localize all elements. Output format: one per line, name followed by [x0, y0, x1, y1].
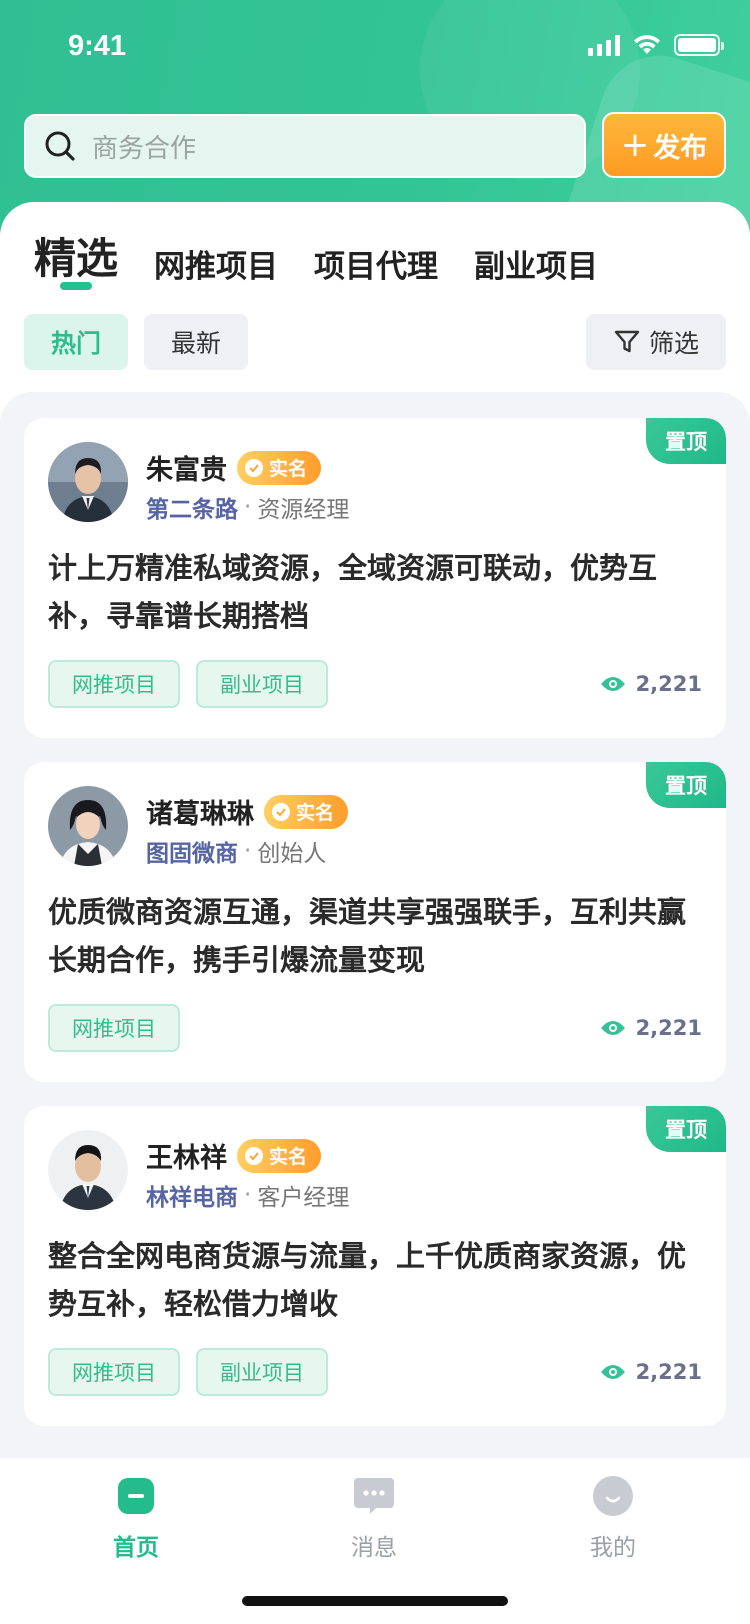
separator-dot: · — [244, 838, 252, 864]
view-count: 2,221 — [600, 1360, 702, 1384]
category-tag[interactable]: 副业项目 — [196, 1348, 328, 1396]
tabbar-label-messages: 消息 — [351, 1535, 397, 1561]
search-placeholder: 商务合作 — [92, 133, 197, 164]
verified-badge: 实名 — [264, 794, 349, 829]
author-row: 诸葛琳琳 实名 — [146, 792, 349, 831]
eye-icon — [600, 1021, 625, 1035]
post-card[interactable]: 置顶 王林祥 实名 林祥电商 · 客户经理 整合全网电商货源与流量，上千优质商家… — [24, 1106, 726, 1426]
sort-latest-chip[interactable]: 最新 — [144, 314, 248, 370]
sort-hot-chip[interactable]: 热门 — [24, 314, 128, 370]
company-name: 林祥电商 — [146, 1185, 238, 1211]
battery-icon — [674, 34, 724, 56]
tab-project-agency[interactable]: 项目代理 — [314, 241, 438, 294]
category-tag[interactable]: 网推项目 — [48, 1348, 180, 1396]
status-icons — [588, 34, 724, 56]
publish-label: 发布 — [653, 132, 708, 164]
home-indicator — [242, 1596, 508, 1606]
filter-label: 筛选 — [648, 329, 699, 358]
category-tag[interactable]: 副业项目 — [196, 660, 328, 708]
job-role: 资源经理 — [257, 497, 350, 523]
pinned-badge: 置顶 — [646, 418, 726, 464]
post-description: 计上万精准私域资源，全域资源可联动，优势互补，寻靠谱长期搭档 — [48, 551, 658, 633]
search-input[interactable]: 商务合作 — [24, 114, 586, 178]
verified-icon — [272, 802, 290, 821]
status-time: 9:41 — [68, 30, 127, 62]
post-card[interactable]: 置顶 朱富贵 实名 第二条路 · 资源经理 计上万精准私域资源，全域资源可联动，… — [24, 418, 726, 738]
filter-icon — [614, 330, 640, 353]
pinned-badge: 置顶 — [646, 1106, 726, 1152]
tabbar-item-home[interactable]: 首页 — [76, 1474, 196, 1562]
status-bar: 9:41 — [0, 0, 750, 96]
avatar[interactable] — [48, 442, 128, 522]
plus-icon: + — [620, 125, 650, 165]
verified-label: 实名 — [269, 458, 308, 480]
publish-button[interactable]: + 发布 — [602, 112, 726, 178]
category-tabs: 精选 网推项目 项目代理 副业项目 — [34, 224, 634, 294]
view-count-value: 2,221 — [635, 672, 702, 696]
category-tag[interactable]: 网推项目 — [48, 660, 180, 708]
eye-icon — [600, 677, 625, 691]
verified-badge: 实名 — [237, 450, 322, 485]
verified-icon — [245, 1146, 263, 1165]
author-name: 朱富贵 — [146, 455, 227, 486]
author-name: 王林祥 — [146, 1143, 227, 1174]
view-count-value: 2,221 — [635, 1360, 702, 1384]
author-row: 王林祥 实名 — [146, 1136, 322, 1175]
avatar[interactable] — [48, 786, 128, 866]
tab-side-business[interactable]: 副业项目 — [474, 241, 598, 294]
job-role: 创始人 — [257, 841, 327, 867]
verified-icon — [245, 458, 263, 477]
post-card[interactable]: 置顶 诸葛琳琳 实名 图固微商 · 创始人 优质微商资源互通，渠道共享强强联手，… — [24, 762, 726, 1082]
search-icon — [45, 131, 75, 161]
verified-label: 实名 — [296, 802, 335, 824]
filter-button[interactable]: 筛选 — [586, 314, 726, 370]
separator-dot: · — [244, 494, 252, 520]
view-count-value: 2,221 — [635, 1016, 702, 1040]
author-row: 朱富贵 实名 — [146, 448, 322, 487]
post-description: 整合全网电商货源与流量，上千优质商家资源，优势互补，轻松借力增收 — [48, 1239, 687, 1321]
job-role: 客户经理 — [257, 1185, 350, 1211]
view-count: 2,221 — [600, 1016, 702, 1040]
company-row: 图固微商 · 创始人 — [146, 834, 326, 868]
eye-icon — [600, 1365, 625, 1379]
tag-list: 网推项目 — [48, 1004, 180, 1052]
profile-icon — [593, 1476, 633, 1516]
home-icon — [118, 1478, 154, 1514]
verified-label: 实名 — [269, 1146, 308, 1168]
avatar[interactable] — [48, 1130, 128, 1210]
tabbar-label-home: 首页 — [113, 1535, 159, 1561]
cellular-signal-icon — [588, 34, 620, 56]
pinned-badge: 置顶 — [646, 762, 726, 808]
tag-list: 网推项目 副业项目 — [48, 1348, 328, 1396]
active-tab-indicator — [60, 282, 92, 290]
tab-online-promotion[interactable]: 网推项目 — [154, 241, 278, 294]
message-icon — [354, 1478, 394, 1514]
author-name: 诸葛琳琳 — [146, 799, 254, 830]
category-tag[interactable]: 网推项目 — [48, 1004, 180, 1052]
view-count: 2,221 — [600, 672, 702, 696]
separator-dot: · — [244, 1182, 252, 1208]
company-row: 林祥电商 · 客户经理 — [146, 1178, 349, 1212]
wifi-icon — [634, 35, 660, 54]
verified-badge: 实名 — [237, 1138, 322, 1173]
post-description: 优质微商资源互通，渠道共享强强联手，互利共赢长期合作，携手引爆流量变现 — [48, 895, 687, 977]
tabbar-item-messages[interactable]: 消息 — [314, 1474, 434, 1562]
company-row: 第二条路 · 资源经理 — [146, 490, 349, 524]
tabbar-label-profile: 我的 — [590, 1535, 636, 1561]
company-name: 图固微商 — [146, 841, 238, 867]
tabbar-item-profile[interactable]: 我的 — [553, 1474, 673, 1562]
tag-list: 网推项目 副业项目 — [48, 660, 328, 708]
company-name: 第二条路 — [146, 497, 238, 523]
